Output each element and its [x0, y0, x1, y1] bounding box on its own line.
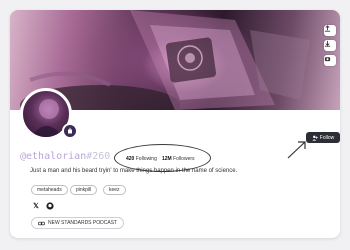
follow-label: Follow — [319, 134, 335, 141]
handle-name: @ethalorian — [20, 151, 87, 162]
profile-card: @ethalorian#260 420 Following 12M Follow… — [10, 10, 340, 238]
github-social-link[interactable] — [46, 202, 54, 210]
upload-icon — [324, 25, 331, 32]
link-icon — [38, 221, 45, 225]
followers-count: 12M — [162, 156, 172, 162]
followers-stat[interactable]: 12M Followers — [162, 156, 195, 162]
following-count: 420 — [126, 156, 135, 162]
podcast-link[interactable]: NEW STANDARDS PODCAST — [31, 217, 125, 229]
download-icon — [324, 40, 331, 47]
profile-bio: Just a man and his beard tryin' to make … — [30, 168, 238, 174]
avatar-badge — [62, 123, 78, 139]
github-icon — [46, 202, 54, 210]
add-user-icon — [312, 135, 318, 141]
tag-chip[interactable]: keez — [103, 185, 126, 195]
tag-chip[interactable]: pinkpill — [70, 185, 98, 195]
x-icon: 𝕏 — [33, 203, 39, 210]
followers-label: Followers — [173, 156, 195, 162]
camera-icon — [324, 57, 331, 62]
tag-chip[interactable]: metaheads — [31, 185, 68, 195]
camera-button[interactable] — [324, 55, 336, 66]
podcast-label: NEW STANDARDS PODCAST — [48, 220, 118, 226]
follow-button[interactable]: Follow — [306, 132, 340, 143]
robot-icon — [68, 127, 72, 134]
upload-button[interactable] — [324, 25, 336, 36]
following-stat[interactable]: 420 Following — [126, 156, 157, 162]
following-label: Following — [135, 156, 157, 162]
x-social-link[interactable]: 𝕏 — [32, 202, 40, 210]
handle-number: #260 — [86, 151, 111, 162]
download-button[interactable] — [324, 40, 336, 51]
arrow-annotation-icon — [287, 141, 306, 159]
profile-handle: @ethalorian#260 — [20, 151, 110, 162]
